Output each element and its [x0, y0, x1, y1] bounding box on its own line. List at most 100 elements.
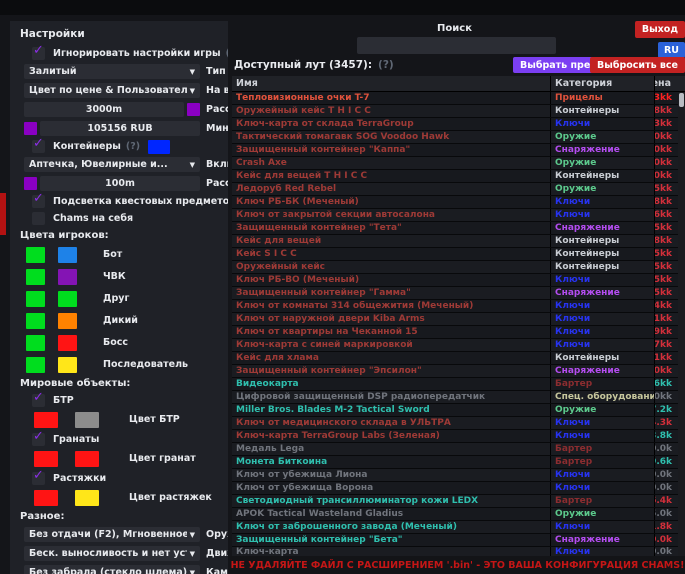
dropdown[interactable]: Залитый▼	[24, 64, 200, 79]
color-swatch-primary[interactable]	[26, 335, 45, 351]
table-scrollbar-thumb[interactable]	[679, 93, 684, 107]
color-swatch-secondary[interactable]	[75, 412, 99, 428]
dropdown-value: Аптечка, Ювелирные и...	[29, 159, 168, 170]
dropdown[interactable]: Цвет по цене & Пользователь▼	[24, 83, 200, 98]
color-swatch-primary[interactable]	[34, 451, 58, 467]
table-row[interactable]: APOK Tactical Wasteland GladiusОружие785…	[232, 508, 678, 521]
column-header-price[interactable]: Цена	[654, 76, 685, 91]
table-row[interactable]: Ключ от убежища ВоронаКлючи800.0k	[232, 482, 678, 495]
table-row[interactable]: Оружейный кейсКонтейнеры1.95kk	[232, 261, 678, 274]
item-price: 1.06kk	[654, 378, 678, 390]
table-row[interactable]: Ключ от медицинского склада в УЛЬТРАКлюч…	[232, 417, 678, 430]
drop-all-button[interactable]: Выбросить все	[590, 57, 685, 73]
color-swatch[interactable]	[187, 103, 200, 116]
settings-row: 105156 RUBМин. цена(?)	[18, 121, 220, 136]
table-scrollbar[interactable]	[678, 92, 685, 556]
language-button[interactable]: RU	[658, 42, 685, 58]
checkbox[interactable]: ✓	[32, 394, 45, 407]
dropdown[interactable]: Аптечка, Ювелирные и...▼	[24, 157, 200, 172]
checkbox[interactable]: ✓	[32, 472, 45, 485]
checkbox[interactable]	[32, 212, 45, 225]
table-row[interactable]: Ключ РБ-ВО (Меченый)Ключи1.85kk	[232, 274, 678, 287]
table-row[interactable]: Защищенный контейнер "Каппа"Снаряжение4.…	[232, 144, 678, 157]
column-header-category[interactable]: Категория	[550, 76, 654, 91]
dropdown[interactable]: Беск. выносливость и нет уста▼	[24, 546, 200, 561]
item-price: 1.00kk	[654, 391, 678, 403]
table-row[interactable]: Светодиодный трансиллюминатор кожи LEDXБ…	[232, 495, 678, 508]
color-swatch-secondary[interactable]	[58, 291, 77, 307]
checkbox[interactable]: ✓	[32, 140, 45, 153]
loot-help-icon[interactable]: (?)	[378, 59, 394, 71]
color-swatch-primary[interactable]	[26, 269, 45, 285]
item-name: Ключ от комнаты 314 общежития (Меченый)	[232, 301, 550, 311]
table-row[interactable]: Ключ от убежища ЛионаКлючи850.0k	[232, 469, 678, 482]
table-row[interactable]: Защищенный контейнер "Бета"Снаряжение750…	[232, 534, 678, 547]
table-row[interactable]: Медаль LegaБартер900.0k	[232, 443, 678, 456]
table-row[interactable]: Ключ от закрытой секции автосалонаКлючи2…	[232, 209, 678, 222]
color-swatch-primary[interactable]	[34, 490, 58, 506]
table-row[interactable]: Оружейный кейс T H I C CКонтейнеры8.48kk	[232, 105, 678, 118]
search-input[interactable]	[357, 37, 556, 54]
color-swatch-secondary[interactable]	[58, 313, 77, 329]
dropdown[interactable]: Без забрала (стекло шлема)▼	[24, 565, 200, 574]
color-swatch-secondary[interactable]	[58, 335, 77, 351]
item-price: 1.29kk	[654, 326, 678, 338]
exit-button[interactable]: Выход	[635, 21, 685, 38]
table-row[interactable]: Ключ-картаКлючи750.0k	[232, 547, 678, 556]
table-row[interactable]: Ключ от квартиры на Чеканной 15Ключи1.29…	[232, 326, 678, 339]
help-icon[interactable]: (?)	[126, 141, 140, 152]
checkbox[interactable]: ✓	[32, 47, 45, 60]
column-header-name[interactable]: Имя	[232, 78, 550, 89]
table-row[interactable]: Ключ от заброшенного завода (Меченый)Клю…	[232, 521, 678, 534]
table-row[interactable]: Защищенный контейнер "Эпсилон"Снаряжение…	[232, 365, 678, 378]
table-row[interactable]: Ключ-карта от склада TerraGroupКлючи5.63…	[232, 118, 678, 131]
chevron-down-icon: ▼	[190, 68, 195, 76]
color-swatch-secondary[interactable]	[58, 357, 77, 373]
table-row[interactable]: Ледоруб Red RebelОружие2.75kk	[232, 183, 678, 196]
value-input[interactable]: 105156 RUB	[40, 121, 200, 136]
color-swatch-primary[interactable]	[26, 247, 45, 263]
table-row[interactable]: Ключ РБ-БК (Меченый)Ключи2.58kk	[232, 196, 678, 209]
item-name: APOK Tactical Wasteland Gladius	[232, 509, 550, 519]
value-input[interactable]: 3000m	[24, 102, 184, 117]
color-swatch-secondary[interactable]	[58, 247, 77, 263]
table-row[interactable]: Ключ от наружной двери Kiba ArmsКлючи1.5…	[232, 313, 678, 326]
table-row[interactable]: Miller Bros. Blades M-2 Tactical SwordОр…	[232, 404, 678, 417]
table-row[interactable]: Защищенный контейнер "Гамма"Снаряжение1.…	[232, 287, 678, 300]
color-swatch-primary[interactable]	[34, 412, 58, 428]
item-name: Ключ-карта TerraGroup Labs (Зеленая)	[232, 431, 550, 441]
color-swatch[interactable]	[24, 177, 37, 190]
table-row[interactable]: Ключ от комнаты 314 общежития (Меченый)К…	[232, 300, 678, 313]
help-icon[interactable]: (?)	[226, 48, 228, 59]
table-row[interactable]: Кейс S I C CКонтейнеры2.05kk	[232, 248, 678, 261]
table-row[interactable]: Защищенный контейнер "Тета"Снаряжение2.1…	[232, 222, 678, 235]
table-row[interactable]: Кейс для вещей T H I C CКонтейнеры3.10kk	[232, 170, 678, 183]
color-swatch-secondary[interactable]	[58, 269, 77, 285]
dropdown[interactable]: Без отдачи (F2), Мгновенное п▼	[24, 527, 200, 542]
table-row[interactable]: Кейс для хламаКонтейнеры1.11kk	[232, 352, 678, 365]
item-category: Оружие	[550, 508, 654, 520]
value-input[interactable]: 100m	[40, 176, 200, 191]
table-row[interactable]: Crash AxeОружие3.40kk	[232, 157, 678, 170]
color-swatch-primary[interactable]	[26, 313, 45, 329]
table-row[interactable]: Ключ-карта с синей маркировкойКлючи1.17k…	[232, 339, 678, 352]
color-swatch-secondary[interactable]	[75, 451, 99, 467]
color-swatch-primary[interactable]	[26, 357, 45, 373]
table-row[interactable]: Ключ-карта TerraGroup Labs (Зеленая)Ключ…	[232, 430, 678, 443]
item-price: 1.85kk	[654, 274, 678, 286]
color-swatch-primary[interactable]	[26, 291, 45, 307]
color-swatch[interactable]	[24, 122, 37, 135]
table-row[interactable]: Тактический томагавк SOG Voodoo HawkОруж…	[232, 131, 678, 144]
table-row[interactable]: Кейс для вещейКонтейнеры2.08kk	[232, 235, 678, 248]
item-price: 5.63kk	[654, 118, 678, 130]
table-row[interactable]: Монета БиткоинаБартер869.6k	[232, 456, 678, 469]
color-swatch-secondary[interactable]	[75, 490, 99, 506]
checkbox[interactable]: ✓	[32, 433, 45, 446]
table-row[interactable]: Тепловизионные очки T-7Прицелы17.33kk	[232, 92, 678, 105]
table-row[interactable]: ВидеокартаБартер1.06kk	[232, 378, 678, 391]
item-price: 2.05kk	[654, 248, 678, 260]
color-swatch[interactable]	[148, 140, 170, 154]
table-row[interactable]: Цифровой защищенный DSP радиопередатчикС…	[232, 391, 678, 404]
colorpair-label: ЧВК	[103, 271, 126, 282]
checkbox[interactable]: ✓	[32, 195, 45, 208]
